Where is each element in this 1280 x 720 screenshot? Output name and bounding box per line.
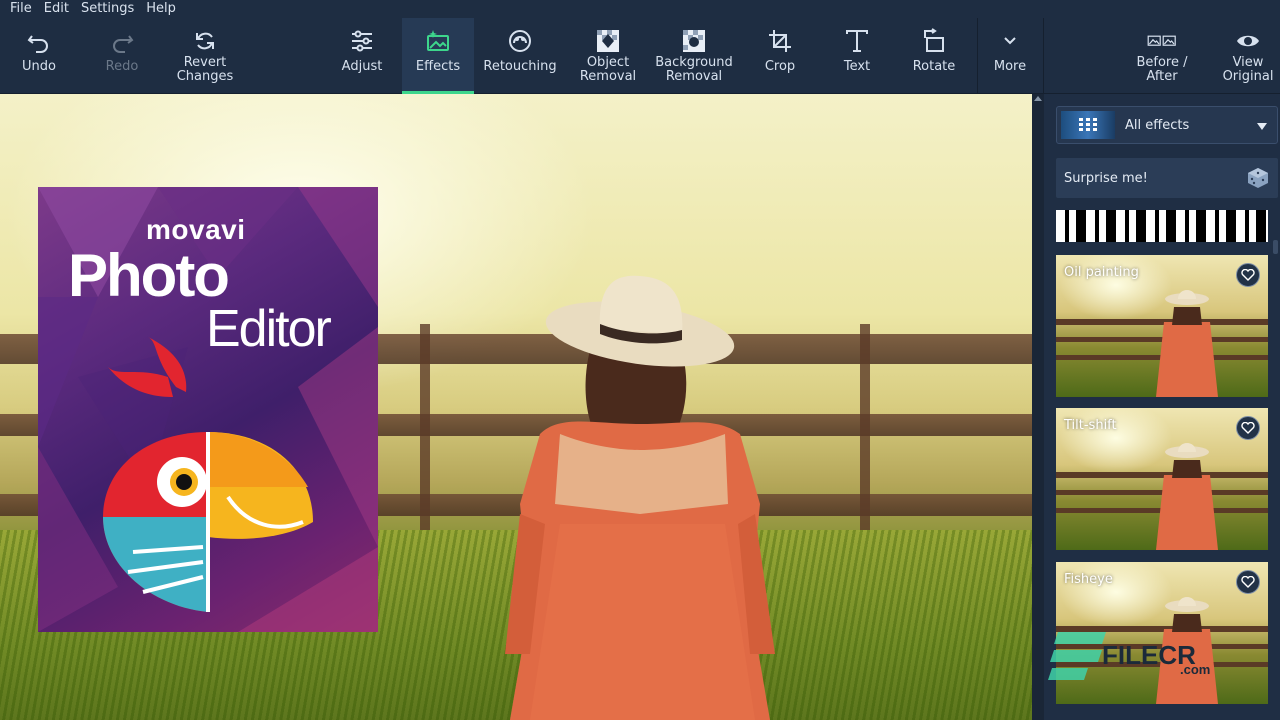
more-label: More	[994, 60, 1026, 74]
toolbar: Undo Redo Revert Changes Adjust Effects	[0, 18, 1280, 94]
undo-label: Undo	[22, 60, 56, 74]
crop-icon	[765, 26, 795, 56]
view-original-button[interactable]: View Original	[1216, 18, 1280, 94]
before-after-icon	[1147, 26, 1177, 56]
retouching-label: Retouching	[483, 60, 556, 74]
tool-text[interactable]: Text	[830, 18, 884, 94]
favorite-heart-icon[interactable]	[1236, 416, 1260, 440]
retouching-icon	[505, 26, 535, 56]
surprise-me-label: Surprise me!	[1064, 171, 1148, 186]
text-icon	[842, 26, 872, 56]
card-figure	[1152, 277, 1222, 397]
redo-icon	[107, 26, 137, 56]
chevron-down-icon	[995, 26, 1025, 56]
crop-label: Crop	[765, 60, 795, 74]
menu-help[interactable]: Help	[140, 0, 182, 18]
panel-scrollbar-thumb[interactable]	[1273, 240, 1278, 254]
effects-category-select[interactable]: All effects	[1056, 106, 1278, 144]
promo-box: movavi Photo Editor	[38, 187, 378, 632]
canvas-scrollbar[interactable]	[1032, 94, 1044, 720]
undo-button[interactable]: Undo	[8, 18, 70, 94]
menu-bar: File Edit Settings Help	[0, 0, 1280, 18]
effects-category-label: All effects	[1125, 118, 1189, 133]
tool-rotate[interactable]: Rotate	[904, 18, 964, 94]
more-button[interactable]: More	[986, 18, 1034, 94]
promo-title-line1: Photo	[68, 241, 228, 310]
tool-background-removal[interactable]: Background Removal	[652, 18, 736, 94]
view-original-label: View Original	[1223, 56, 1274, 84]
text-label: Text	[844, 60, 870, 74]
surprise-me-button[interactable]: Surprise me!	[1056, 158, 1278, 198]
parrot-logo	[98, 337, 338, 617]
effects-label: Effects	[416, 60, 460, 74]
object-removal-icon	[593, 26, 623, 56]
watermark-suffix: .com	[1180, 662, 1210, 677]
effect-card-oil-painting[interactable]: Oil painting	[1056, 255, 1268, 397]
menu-settings[interactable]: Settings	[75, 0, 140, 18]
favorite-heart-icon[interactable]	[1236, 263, 1260, 287]
tool-retouching[interactable]: Retouching	[480, 18, 560, 94]
eye-icon	[1233, 26, 1263, 56]
toolbar-divider	[977, 18, 978, 94]
tool-object-removal[interactable]: Object Removal	[574, 18, 642, 94]
dice-icon	[1246, 166, 1270, 190]
menu-file[interactable]: File	[4, 0, 38, 18]
adjust-label: Adjust	[342, 60, 383, 74]
effect-card-label: Tilt-shift	[1064, 418, 1117, 433]
card-figure	[1152, 430, 1222, 550]
favorite-heart-icon[interactable]	[1236, 570, 1260, 594]
effect-thumbnail-partial[interactable]	[1056, 210, 1268, 242]
rotate-label: Rotate	[913, 60, 956, 74]
caret-down-icon	[1257, 123, 1267, 130]
redo-label: Redo	[106, 60, 139, 74]
before-after-label: Before / After	[1136, 56, 1187, 84]
background-removal-icon	[679, 26, 709, 56]
effect-card-label: Fisheye	[1064, 572, 1113, 587]
tool-adjust[interactable]: Adjust	[328, 18, 396, 94]
before-after-button[interactable]: Before / After	[1126, 18, 1198, 94]
object-removal-label: Object Removal	[580, 56, 636, 84]
tool-effects[interactable]: Effects	[402, 18, 474, 94]
revert-changes-button[interactable]: Revert Changes	[170, 18, 240, 94]
undo-icon	[24, 26, 54, 56]
menu-edit[interactable]: Edit	[38, 0, 75, 18]
toolbar-divider	[1043, 18, 1044, 94]
redo-button[interactable]: Redo	[92, 18, 152, 94]
woman-figure	[500, 184, 780, 720]
scroll-up-arrow[interactable]	[1034, 96, 1042, 101]
background-removal-label: Background Removal	[655, 56, 733, 84]
rotate-icon	[919, 26, 949, 56]
effects-icon	[423, 26, 453, 56]
effect-card-label: Oil painting	[1064, 265, 1139, 280]
effect-card-tilt-shift[interactable]: Tilt-shift	[1056, 408, 1268, 550]
photo-editor-window: File Edit Settings Help Undo Redo Revert…	[0, 0, 1280, 720]
revert-label: Revert Changes	[177, 56, 234, 84]
sliders-icon	[347, 26, 377, 56]
grid-icon	[1061, 111, 1115, 139]
tool-crop[interactable]: Crop	[752, 18, 808, 94]
revert-icon	[190, 26, 220, 56]
